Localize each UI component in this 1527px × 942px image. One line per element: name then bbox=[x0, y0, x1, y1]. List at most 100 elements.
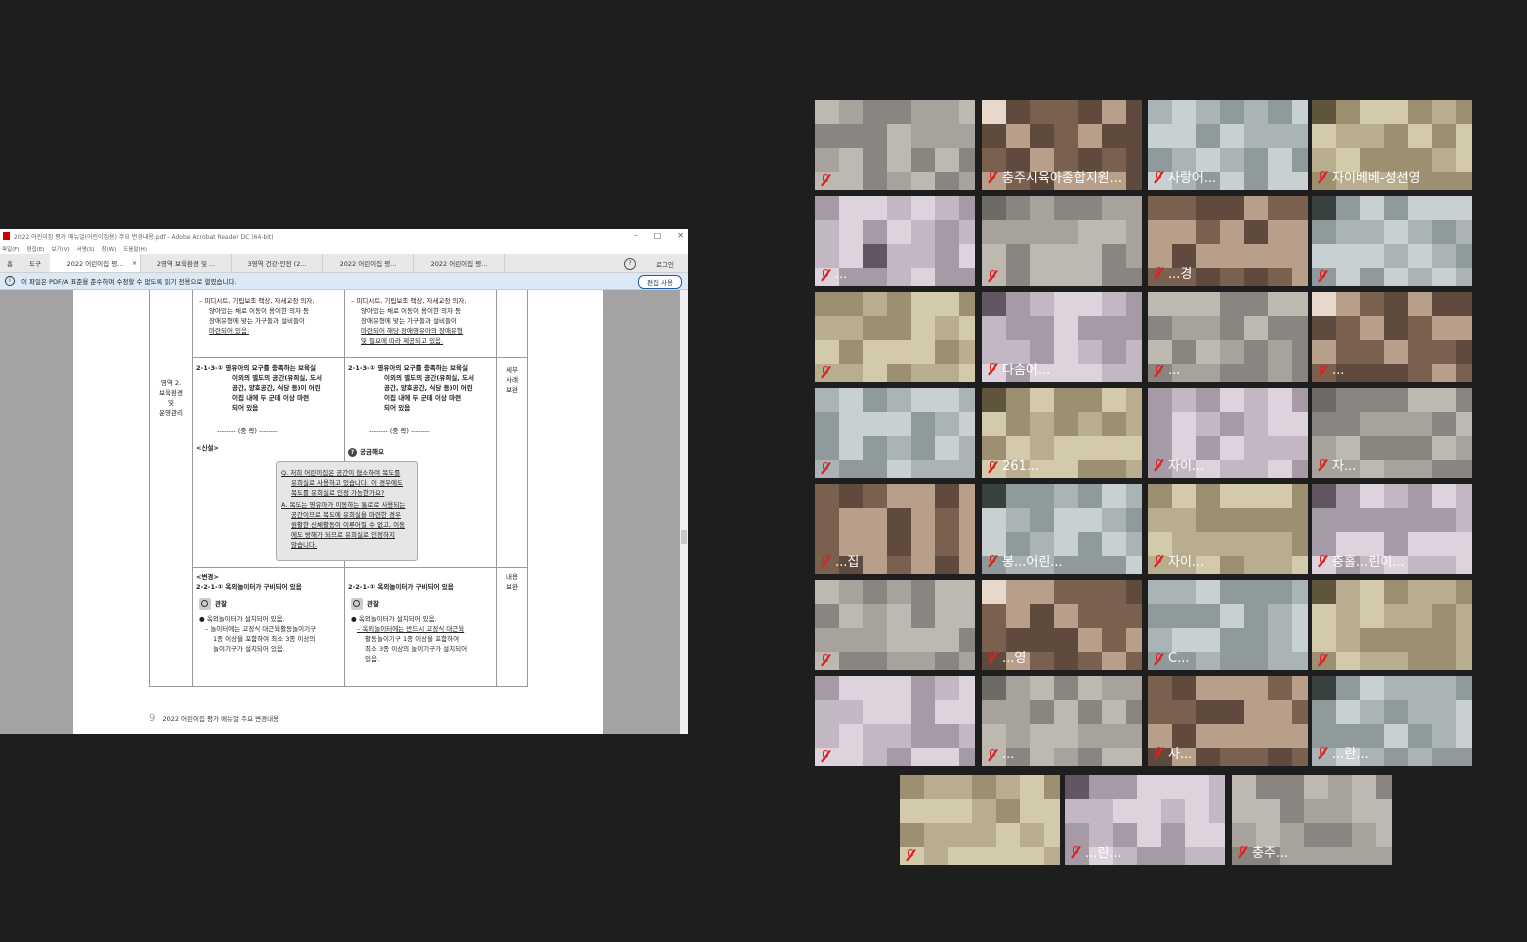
pixelated-video-block bbox=[1268, 724, 1292, 748]
menu-sign[interactable]: 서명(S) bbox=[77, 245, 95, 253]
menu-help[interactable]: 도움말(H) bbox=[123, 245, 147, 253]
minimize-button[interactable]: – bbox=[634, 231, 638, 240]
pixelated-video-block bbox=[1408, 220, 1432, 244]
pixelated-video-block bbox=[1336, 292, 1360, 316]
pixelated-video-block bbox=[1113, 775, 1137, 799]
scroll-thumb[interactable] bbox=[681, 530, 687, 544]
pixelated-video-block bbox=[996, 799, 1020, 823]
pixelated-video-block bbox=[1006, 244, 1030, 268]
participant-tile[interactable]: 충주... bbox=[1232, 775, 1392, 865]
menu-edit[interactable]: 편집(E) bbox=[27, 245, 45, 253]
tab-tools[interactable]: 도구 bbox=[20, 254, 50, 272]
participant-tile[interactable] bbox=[1312, 196, 1472, 286]
vertical-scrollbar[interactable] bbox=[680, 290, 688, 734]
participant-tile[interactable] bbox=[815, 388, 975, 478]
tab-bar: 홈 도구 2022 어린이집 평... × 2영역 보육환경 및 ... 3영역… bbox=[0, 254, 688, 273]
participant-tile[interactable]: 자이... bbox=[1148, 388, 1308, 478]
participant-tile[interactable]: 다솜어... bbox=[982, 292, 1142, 382]
participant-tile[interactable]: 충주시육아종합지원... bbox=[982, 100, 1142, 190]
pixelated-video-block bbox=[863, 556, 887, 574]
participant-tile[interactable]: 봉...어린... bbox=[982, 484, 1142, 574]
participant-tile[interactable]: ...란... bbox=[1312, 676, 1472, 766]
menu-file[interactable]: 파일(F) bbox=[2, 245, 20, 253]
maximize-button[interactable]: □ bbox=[654, 231, 662, 240]
pixelated-video-block bbox=[1244, 412, 1268, 436]
participant-tile[interactable]: ...영 bbox=[982, 580, 1142, 670]
pixelated-video-block bbox=[1456, 148, 1472, 172]
pixelated-video-block bbox=[1376, 775, 1392, 799]
participant-name-label: C... bbox=[1153, 651, 1189, 666]
participant-tile[interactable]: ...경 bbox=[1148, 196, 1308, 286]
text-line: 이집 내에 두 군데 이상 마련 bbox=[384, 394, 462, 402]
participant-tile[interactable]: ...린... bbox=[1065, 775, 1225, 865]
participant-tile[interactable] bbox=[815, 676, 975, 766]
enable-editing-button[interactable]: 편집 사용 bbox=[638, 275, 682, 289]
tab-document-4[interactable]: 2022 어린이집 평... bbox=[323, 254, 414, 272]
pixelated-video-block bbox=[1376, 799, 1392, 823]
tab-document-1[interactable]: 2022 어린이집 평... × bbox=[50, 254, 141, 272]
participant-tile[interactable] bbox=[1312, 580, 1472, 670]
window-title: 2022 어린이집 평가 매뉴얼(어린이집용) 주요 변경내용.pdf - Ad… bbox=[14, 233, 274, 241]
pixelated-video-block bbox=[1006, 604, 1030, 628]
login-link[interactable]: 로그인 bbox=[656, 259, 674, 269]
participant-tile[interactable]: ... bbox=[982, 676, 1142, 766]
pixelated-video-block bbox=[1432, 172, 1456, 190]
close-window-button[interactable]: ✕ bbox=[677, 231, 684, 240]
tab-document-3[interactable]: 3영역 건강·안전 (2... bbox=[232, 254, 323, 272]
tab-home[interactable]: 홈 bbox=[0, 254, 20, 272]
old-criteria-text: – 피디시트, 기립보조 책상, 자세교정 의자, 앉아있는 채로 이동이 용이… bbox=[199, 296, 341, 336]
pixelated-video-block bbox=[1384, 460, 1408, 478]
participant-tile[interactable]: ...집 bbox=[815, 484, 975, 574]
participant-tile[interactable]: C... bbox=[1148, 580, 1308, 670]
mic-muted-icon bbox=[1317, 458, 1328, 471]
participant-tile[interactable]: 261... bbox=[982, 388, 1142, 478]
participant-tile[interactable]: 자이베베-성선영 bbox=[1312, 100, 1472, 190]
tab-document-5[interactable]: 2022 어린이집 평... bbox=[414, 254, 505, 272]
pixelated-video-block bbox=[959, 748, 975, 766]
pixelated-video-block bbox=[1006, 292, 1030, 316]
footer-title: 2022 어린이집 평가 매뉴얼 주요 변경내용 bbox=[162, 715, 280, 723]
item-2-2-1-new: 2-2-1-① 옥외놀이터가 구비되어 있음 bbox=[348, 583, 454, 591]
participant-tile[interactable] bbox=[815, 292, 975, 382]
pixelated-video-block bbox=[1030, 580, 1054, 604]
pixelated-video-block bbox=[959, 532, 975, 556]
participant-tile[interactable] bbox=[815, 580, 975, 670]
participant-name: ...영 bbox=[1002, 651, 1027, 666]
mic-muted-icon bbox=[987, 650, 998, 663]
pixelated-video-block bbox=[1360, 268, 1384, 286]
participant-tile[interactable]: 사랑어... bbox=[1148, 100, 1308, 190]
participant-tile[interactable] bbox=[815, 100, 975, 190]
pixelated-video-block bbox=[1006, 388, 1030, 412]
participant-tile[interactable]: ... bbox=[1148, 292, 1308, 382]
help-icon[interactable]: ? bbox=[624, 258, 636, 270]
tab-close-icon[interactable]: × bbox=[132, 260, 137, 267]
participant-tile[interactable] bbox=[982, 196, 1142, 286]
participant-tile[interactable]: 충홀...린이... bbox=[1312, 484, 1472, 574]
pixelated-video-block bbox=[1220, 580, 1244, 604]
menu-window[interactable]: 창(W) bbox=[102, 245, 117, 253]
menu-view[interactable]: 보기(V) bbox=[51, 245, 69, 253]
pixelated-video-block bbox=[1220, 724, 1244, 748]
pixelated-video-block bbox=[900, 775, 924, 799]
participant-tile[interactable] bbox=[900, 775, 1060, 865]
pixelated-video-block bbox=[1408, 628, 1432, 652]
info-icon: i bbox=[5, 276, 15, 286]
pixelated-video-block bbox=[1312, 700, 1336, 724]
pixelated-video-block bbox=[1456, 268, 1472, 286]
document-viewport[interactable]: 영역 2. 보육환경 및 운영관리 – 피디시트, 기립보조 책상, 자세교정 … bbox=[0, 290, 688, 734]
pixelated-video-block bbox=[935, 220, 959, 244]
participant-tile[interactable]: ... bbox=[815, 196, 975, 286]
participant-tile[interactable]: 사... bbox=[1148, 676, 1308, 766]
pixelated-video-block bbox=[815, 676, 839, 700]
tab-document-2[interactable]: 2영역 보육환경 및 ... bbox=[141, 254, 232, 272]
pixelated-video-block bbox=[1432, 388, 1456, 412]
participant-tile[interactable]: ... bbox=[1312, 292, 1472, 382]
pixelated-video-block bbox=[1432, 676, 1456, 700]
window-titlebar[interactable]: 2022 어린이집 평가 매뉴얼(어린이집용) 주요 변경내용.pdf - Ad… bbox=[0, 229, 688, 243]
pixelated-video-block bbox=[1336, 268, 1360, 286]
participant-name-label: 사랑어... bbox=[1153, 167, 1216, 186]
pixelated-video-block bbox=[1432, 508, 1456, 532]
pixelated-video-block bbox=[1268, 580, 1292, 604]
participant-tile[interactable]: 자... bbox=[1312, 388, 1472, 478]
participant-tile[interactable]: 자이... bbox=[1148, 484, 1308, 574]
